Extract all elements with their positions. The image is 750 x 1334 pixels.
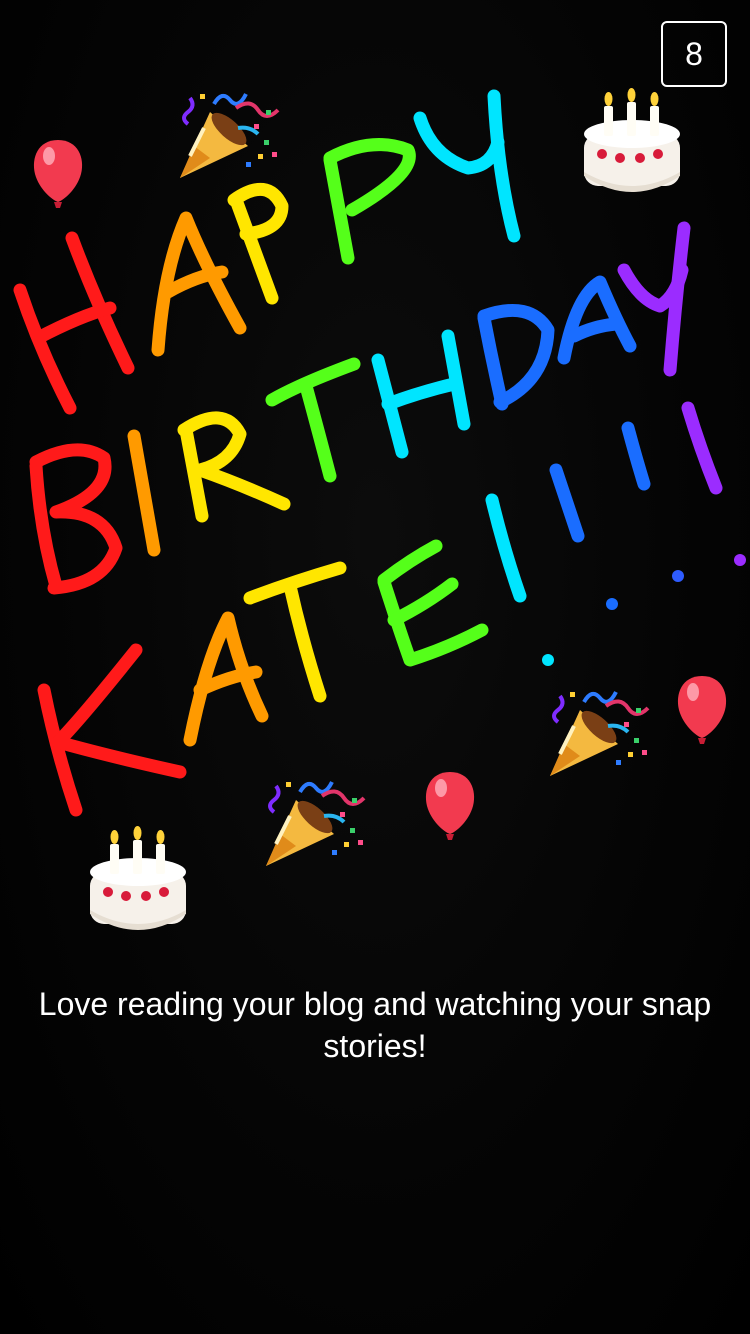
snap-timer: 8 <box>661 21 727 87</box>
balloon-icon <box>33 140 83 208</box>
snap-view[interactable]: 8 Love reading your blog and watching yo… <box>0 0 750 1334</box>
handwriting-kate <box>37 401 746 817</box>
party-popper-icon <box>548 690 650 778</box>
balloon-icon <box>677 676 727 744</box>
snap-caption: Love reading your blog and watching your… <box>38 986 712 1064</box>
handwriting-birthday <box>29 221 691 595</box>
birthday-cake-icon <box>584 88 680 192</box>
party-popper-icon <box>178 92 280 180</box>
handwritten-drawing <box>13 88 746 930</box>
party-popper-icon <box>264 780 366 868</box>
balloon-icon <box>425 772 475 840</box>
birthday-cake-icon <box>90 826 186 930</box>
